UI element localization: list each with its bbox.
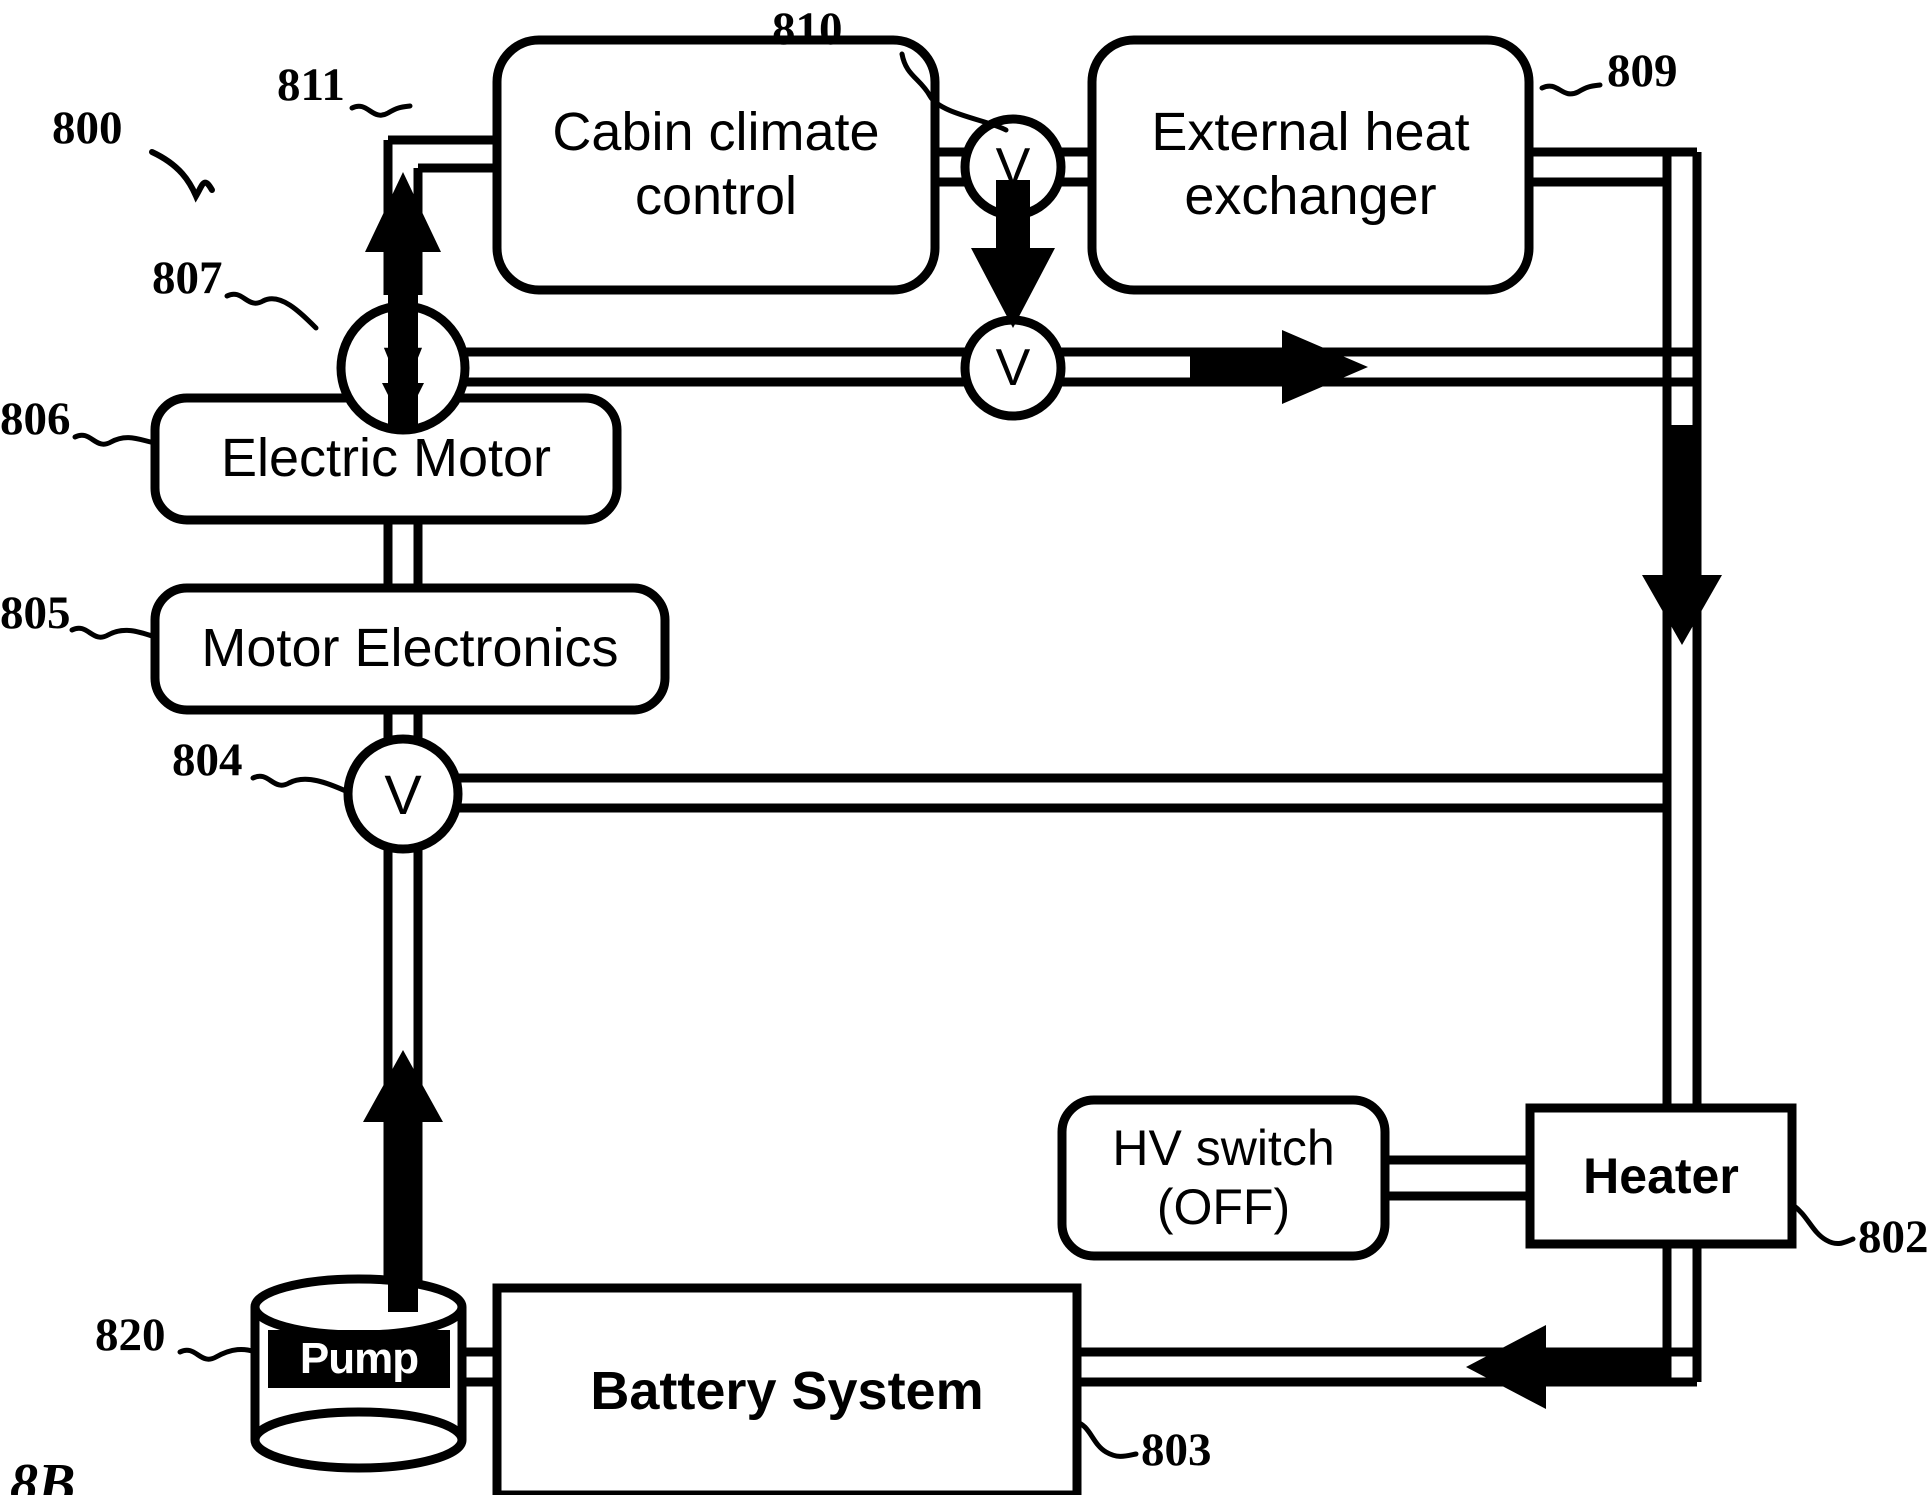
leader-804 — [250, 773, 351, 795]
flow-arrow-right-from-exchanger-shape — [1190, 330, 1368, 404]
figure-caption: 8B — [10, 1453, 76, 1495]
leader-805 — [69, 625, 158, 640]
patent-figure-8b: Cabin climate control External heat exch… — [0, 0, 1930, 1495]
ref-810: 810 — [772, 3, 843, 55]
ref-807: 807 — [152, 252, 223, 304]
leader-807 — [224, 291, 319, 331]
ref-800: 800 — [52, 102, 123, 154]
leader-820 — [177, 1346, 259, 1362]
pump-label: Pump — [268, 1330, 450, 1388]
ref-809: 809 — [1607, 45, 1678, 97]
ref-802: 802 — [1858, 1211, 1929, 1263]
leader-802 — [1790, 1202, 1856, 1247]
valve-810-glyph: V — [995, 138, 1031, 196]
ref-803: 803 — [1141, 1424, 1212, 1476]
ref-804: 804 — [172, 734, 243, 786]
leader-803 — [1072, 1419, 1139, 1459]
diagram-canvas — [69, 35, 1856, 1495]
valve-810-lower-glyph: V — [995, 339, 1031, 397]
heater-label: Heater — [1583, 1147, 1739, 1204]
valve-804-glyph: V — [384, 762, 422, 826]
ref-820: 820 — [95, 1309, 166, 1361]
battery-system-label: Battery System — [590, 1360, 984, 1421]
leader-806 — [72, 432, 158, 447]
leader-811 — [349, 103, 413, 118]
flow-arrow-left-to-battery-shape — [1466, 1325, 1670, 1409]
external-heat-exchanger-label: External heat exchanger — [1151, 102, 1470, 226]
cabin-climate-control-label: Cabin climate control — [552, 102, 880, 226]
ref-811: 811 — [277, 59, 345, 111]
hv-switch-label: HV switch (OFF) — [1112, 1120, 1335, 1235]
motor-electronics-label: Motor Electronics — [201, 618, 619, 679]
leader-800 — [149, 149, 215, 203]
electric-motor-label: Electric Motor — [220, 428, 552, 489]
ref-805: 805 — [0, 587, 71, 639]
valve-807-glyph: V — [383, 335, 423, 401]
leader-809 — [1539, 82, 1603, 97]
ref-806: 806 — [0, 393, 71, 445]
flow-arrow-down-right-riser-shape — [1642, 425, 1722, 645]
flow-arrow-up-from-pump-shape — [363, 1050, 443, 1312]
